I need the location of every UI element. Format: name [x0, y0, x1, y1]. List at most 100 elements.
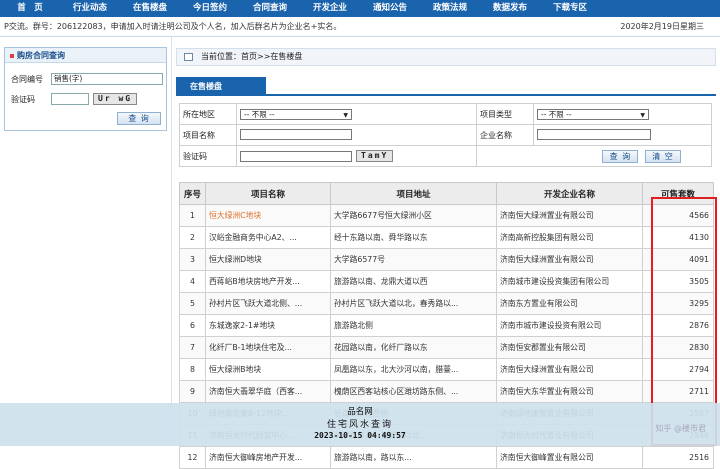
nav-announcements[interactable]: 通知公告 [360, 0, 420, 17]
project-name-link[interactable]: 恒大绿洲B地块 [205, 358, 331, 381]
table-header-row: 序号 项目名称 项目地址 开发企业名称 可售套数 [179, 182, 714, 205]
filter-query-button[interactable]: 查 询 [602, 149, 639, 163]
company-name-label: 企业名称 [476, 124, 534, 146]
developer-name: 济南恒大绿洲置业有限公司 [496, 204, 643, 227]
project-name-link[interactable]: 恒大绿洲D地块 [205, 248, 331, 271]
nav-today-contracts[interactable]: 今日签约 [180, 0, 240, 17]
nav-on-sale[interactable]: 在售楼盘 [120, 0, 180, 17]
nav-home[interactable]: 首 页 [0, 0, 60, 17]
developer-name: 济南恒大绿洲置业有限公司 [496, 248, 643, 271]
project-name-link[interactable]: 汉峪金融商务中心A2、... [205, 226, 331, 249]
panel-title: 购房合同查询 [5, 48, 166, 63]
project-address: 旅游路以南、龙鼎大道以西 [330, 270, 497, 293]
panel-title-text: 购房合同查询 [17, 51, 65, 60]
chevron-down-icon: ▼ [640, 111, 645, 119]
district-select[interactable]: -- 不限 -- ▼ [240, 108, 352, 120]
nav-policies[interactable]: 政策法规 [420, 0, 480, 17]
watermark-title: 住宅风水查询 [326, 420, 393, 430]
captcha-image[interactable]: Ur wG [93, 93, 138, 105]
current-date: 2020年2月19日星期三 [620, 22, 704, 31]
developer-name: 济南市城市建设投资有限公司 [496, 314, 643, 337]
project-address: 凤凰路以东，北大沙河以南，腊薹... [330, 358, 497, 381]
row-number: 1 [179, 204, 206, 227]
nav-downloads[interactable]: 下载专区 [540, 0, 600, 17]
contract-number-input[interactable]: 销售(字) [51, 73, 163, 85]
project-address: 花园路以南，化纤厂路以东 [330, 336, 497, 359]
developer-name: 济南恒大绿洲置业有限公司 [496, 358, 643, 381]
developer-name: 济南高新控股集团有限公司 [496, 226, 643, 249]
chevron-down-icon: ▼ [343, 111, 348, 119]
filter-captcha-input[interactable] [240, 150, 352, 162]
watermark-overlay: 品名网 住宅风水查询 2023-10-15 04:49:57 知乎 @楼市君 [0, 403, 720, 446]
project-name-link[interactable]: 东城逸家2-1#地块 [205, 314, 331, 337]
row-number: 6 [179, 314, 206, 337]
project-address: 旅游路北侧 [330, 314, 497, 337]
available-units: 2516 [642, 446, 714, 469]
project-name-link[interactable]: 济南恒大御峰房地产开发... [205, 446, 331, 469]
watermark-timestamp: 2023-10-15 04:49:57 [314, 431, 406, 440]
developer-name: 济南城市建设投资集团有限公司 [496, 270, 643, 293]
table-row: 5 孙村片区飞跃大道北侧、... 孙村片区飞跃大道以北，春秀路以... 济南东方置业有… [179, 292, 714, 315]
project-name-link[interactable]: 西蒋峪B地块房地产开发... [205, 270, 331, 293]
project-type-select[interactable]: -- 不限 -- ▼ [537, 108, 649, 120]
col-header-developer: 开发企业名称 [496, 182, 643, 205]
contract-query-button[interactable]: 查 询 [117, 112, 161, 125]
table-row: 3 恒大绿洲D地块 大学路6577号 济南恒大绿洲置业有限公司 4091 [179, 248, 714, 271]
top-nav: 首 页 行业动态 在售楼盘 今日签约 合同查询 开发企业 通知公告 政策法规 数… [0, 0, 720, 17]
filter-clear-button[interactable]: 清 空 [645, 149, 681, 163]
project-name-input[interactable] [240, 128, 352, 140]
row-number: 5 [179, 292, 206, 315]
project-address: 大学路6677号恒大绿洲小区 [330, 204, 497, 227]
table-row: 4 西蒋峪B地块房地产开发... 旅游路以南、龙鼎大道以西 济南城市建设投资集团有限公… [179, 270, 714, 293]
table-row: 12 济南恒大御峰房地产开发... 旅游路以南，路以东... 济南恒大御峰置业有限公司… [179, 446, 714, 469]
bullet-icon [10, 53, 14, 58]
row-number: 9 [179, 380, 206, 403]
project-address: 槐荫区西客站核心区潍坊路东侧、... [330, 380, 497, 403]
breadcrumb-text: 当前位置：首页>>在售楼盘 [201, 52, 303, 61]
row-number: 12 [179, 446, 206, 469]
developer-name: 济南东方置业有限公司 [496, 292, 643, 315]
project-name-link[interactable]: 孙村片区飞跃大道北侧、... [205, 292, 331, 315]
company-name-input[interactable] [537, 128, 651, 140]
breadcrumb: 当前位置：首页>>在售楼盘 [176, 48, 716, 66]
project-address: 孙村片区飞跃大道以北，春秀路以... [330, 292, 497, 315]
notice-text: P交流。群号：206122083，申请加入时请注明公司及个人名，加入后群名片为企… [4, 22, 342, 31]
row-number: 8 [179, 358, 206, 381]
col-header-project-name: 项目名称 [205, 182, 331, 205]
project-type-select-value: -- 不限 -- [541, 109, 572, 119]
project-address: 经十东路以南、舜华路以东 [330, 226, 497, 249]
district-select-value: -- 不限 -- [244, 109, 275, 119]
captcha-input[interactable] [51, 93, 89, 105]
table-row: 7 化纤厂B-1地块住宅及... 花园路以南，化纤厂路以东 济南恒安郡置业有限公司 28… [179, 336, 714, 359]
contract-number-label: 合同编号 [11, 74, 43, 84]
notice-bar: P交流。群号：206122083，申请加入时请注明公司及个人名，加入后群名片为企… [0, 17, 720, 37]
developer-name: 济南恒大东华置业有限公司 [496, 380, 643, 403]
developer-name: 济南恒安郡置业有限公司 [496, 336, 643, 359]
filter-form: 所在地区 -- 不限 -- ▼ 项目类型 -- 不限 -- ▼ 项目名称 企业名称 … [179, 103, 712, 167]
col-header-no: 序号 [179, 182, 206, 205]
nav-contract-query[interactable]: 合同查询 [240, 0, 300, 17]
project-name-link[interactable]: 化纤厂B-1地块住宅及... [205, 336, 331, 359]
watermark-site: 品名网 [347, 407, 373, 417]
tab-on-sale[interactable]: 在售楼盘 [176, 77, 266, 96]
nav-industry-news[interactable]: 行业动态 [60, 0, 120, 17]
table-row: 1 恒大绿洲C地块 大学路6677号恒大绿洲小区 济南恒大绿洲置业有限公司 4566 [179, 204, 714, 227]
column-divider [171, 37, 172, 446]
table-row: 2 汉峪金融商务中心A2、... 经十东路以南、舜华路以东 济南高新控股集团有限公司 4… [179, 226, 714, 249]
home-icon [184, 53, 193, 61]
row-number: 3 [179, 248, 206, 271]
table-row: 9 济南恒大翡翠华庭（西客... 槐荫区西客站核心区潍坊路东侧、... 济南恒大东华置… [179, 380, 714, 403]
row-number: 7 [179, 336, 206, 359]
project-name-link[interactable]: 济南恒大翡翠华庭（西客... [205, 380, 331, 403]
project-address: 大学路6577号 [330, 248, 497, 271]
district-label: 所在地区 [179, 103, 237, 125]
project-type-label: 项目类型 [476, 103, 534, 125]
project-name-link[interactable]: 恒大绿洲C地块 [205, 204, 331, 227]
col-header-address: 项目地址 [330, 182, 497, 205]
nav-data-release[interactable]: 数据发布 [480, 0, 540, 17]
filter-captcha-image[interactable]: TamY [356, 150, 394, 162]
row-number: 2 [179, 226, 206, 249]
nav-developers[interactable]: 开发企业 [300, 0, 360, 17]
table-row: 6 东城逸家2-1#地块 旅游路北侧 济南市城市建设投资有限公司 2876 [179, 314, 714, 337]
section-tab-bar: 在售楼盘 [176, 77, 716, 96]
